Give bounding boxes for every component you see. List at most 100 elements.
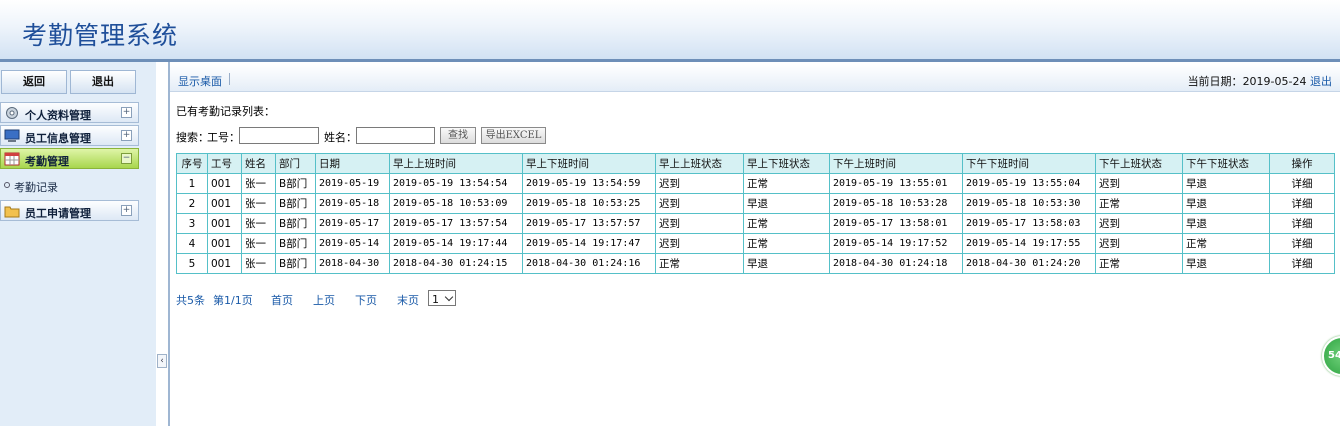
table-cell: 2019-05-17 [315,213,390,234]
pager-next-link[interactable]: 下页 [355,292,377,308]
app-title: 考勤管理系统 [22,21,179,50]
top-tab-bar: 显示桌面 当前日期：2019-05-24 退出 [170,65,1340,92]
export-excel-button[interactable]: 导出EXCEL [481,127,546,144]
table-cell: 早退 [743,193,830,214]
table-cell: B部门 [275,233,316,254]
column-header: 下午上班状态 [1095,153,1183,174]
detail-link[interactable]: 详细 [1269,173,1335,194]
attendance-table: 序号 工号 姓名 部门 日期 早上上班时间 早上下班时间 早上上班状态 早上下班状态 下午上班时间… [176,153,1335,274]
submenu-label: 考勤记录 [14,181,58,194]
menu-label: 考勤管理 [25,155,69,168]
pager-first-link[interactable]: 首页 [271,292,293,308]
collapse-icon[interactable]: − [121,153,132,164]
table-cell: 迟到 [1095,173,1183,194]
menu-label: 员工信息管理 [25,132,91,145]
sidebar-top-buttons: 返回 退出 [0,66,156,98]
table-cell: 2019-05-14 19:17:55 [962,233,1096,254]
menu-personal-info[interactable]: 个人资料管理 + [0,102,139,123]
table-cell: 2018-04-30 01:24:20 [962,253,1096,274]
app-header: 考勤管理系统 [0,0,1340,62]
calendar-icon [4,152,20,166]
detail-link[interactable]: 详细 [1269,213,1335,234]
sidebar-collapse-button[interactable]: ‹ [157,354,167,368]
table-cell: 4 [176,233,208,254]
employee-id-input[interactable] [239,127,319,144]
main-content: 显示桌面 当前日期：2019-05-24 退出 已有考勤记录列表： 搜索： 工号… [170,62,1340,426]
bullet-icon [4,182,10,188]
table-cell: 2019-05-19 13:54:59 [522,173,656,194]
list-title: 已有考勤记录列表： [176,105,275,118]
detail-link[interactable]: 详细 [1269,253,1335,274]
logout-link[interactable]: 退出 [1310,75,1332,88]
column-header: 下午下班时间 [962,153,1096,174]
table-cell: 2018-04-30 [315,253,390,274]
detail-link[interactable]: 详细 [1269,233,1335,254]
submenu-attendance-records[interactable]: 考勤记录 [0,174,139,198]
table-row: 3 001 张一 B部门 2019-05-17 2019-05-17 13:57:54 20… [176,213,1335,234]
column-header: 早上上班时间 [389,153,523,174]
table-cell: B部门 [275,173,316,194]
table-cell: B部门 [275,213,316,234]
table-cell: 2018-04-30 01:24:15 [389,253,523,274]
table-cell: B部门 [275,253,316,274]
table-cell: 2019-05-14 19:17:44 [389,233,523,254]
table-row: 4 001 张一 B部门 2019-05-14 2019-05-14 19:17:44 20… [176,233,1335,254]
table-cell: 2019-05-17 13:58:01 [829,213,963,234]
table-cell: 正常 [1095,253,1183,274]
table-cell: 张一 [241,213,276,234]
table-cell: 2019-05-18 10:53:09 [389,193,523,214]
table-cell: 001 [207,173,242,194]
table-cell: 张一 [241,173,276,194]
name-label: 姓名： [324,131,357,144]
sidebar: 返回 退出 个人资料管理 + 员工信息管理 + 考勤管理 − 考勤记录 员工申请… [0,62,156,426]
tab-separator [229,73,230,85]
date-value: 2019-05-24 [1242,75,1307,88]
page-select[interactable]: 1 [428,290,456,306]
back-button[interactable]: 返回 [1,70,67,94]
menu-attendance[interactable]: 考勤管理 − [0,148,139,169]
menu-employee-requests[interactable]: 员工申请管理 + [0,200,139,221]
table-row: 2 001 张一 B部门 2019-05-18 2019-05-18 10:53:09 20… [176,193,1335,214]
exit-button[interactable]: 退出 [70,70,136,94]
column-header: 早上下班状态 [743,153,830,174]
tab-show-desktop[interactable]: 显示桌面 [178,73,222,89]
table-cell: 3 [176,213,208,234]
table-cell: 2019-05-18 10:53:25 [522,193,656,214]
table-cell: 001 [207,253,242,274]
table-cell: 2018-04-30 01:24:16 [522,253,656,274]
column-header: 序号 [176,153,208,174]
table-cell: 早退 [1182,173,1270,194]
table-cell: 迟到 [655,193,744,214]
table-cell: 5 [176,253,208,274]
table-cell: 正常 [1182,233,1270,254]
table-cell: 2019-05-17 13:57:54 [389,213,523,234]
menu-employee-info[interactable]: 员工信息管理 + [0,125,139,146]
search-label: 搜索： [176,131,209,144]
table-cell: 001 [207,193,242,214]
table-cell: 2019-05-14 [315,233,390,254]
table-cell: 正常 [743,213,830,234]
table-cell: 迟到 [1095,233,1183,254]
table-cell: 2019-05-14 19:17:52 [829,233,963,254]
table-cell: 张一 [241,253,276,274]
badge-text: 54 [1328,350,1340,361]
expand-icon[interactable]: + [121,130,132,141]
expand-icon[interactable]: + [121,205,132,216]
gear-icon [4,106,20,120]
employee-id-label: 工号： [207,131,240,144]
pager-last-link[interactable]: 末页 [397,292,419,308]
column-header: 操作 [1269,153,1335,174]
table-cell: 正常 [743,173,830,194]
name-input[interactable] [356,127,435,144]
detail-link[interactable]: 详细 [1269,193,1335,214]
expand-icon[interactable]: + [121,107,132,118]
table-cell: 2019-05-17 13:58:03 [962,213,1096,234]
table-cell: 2018-04-30 01:24:18 [829,253,963,274]
column-header: 日期 [315,153,390,174]
monitor-icon [4,129,20,143]
pager-prev-link[interactable]: 上页 [313,292,335,308]
find-button[interactable]: 查找 [440,127,476,144]
column-header: 姓名 [241,153,276,174]
date-label: 当前日期： [1187,75,1243,88]
table-cell: 2019-05-19 13:55:01 [829,173,963,194]
